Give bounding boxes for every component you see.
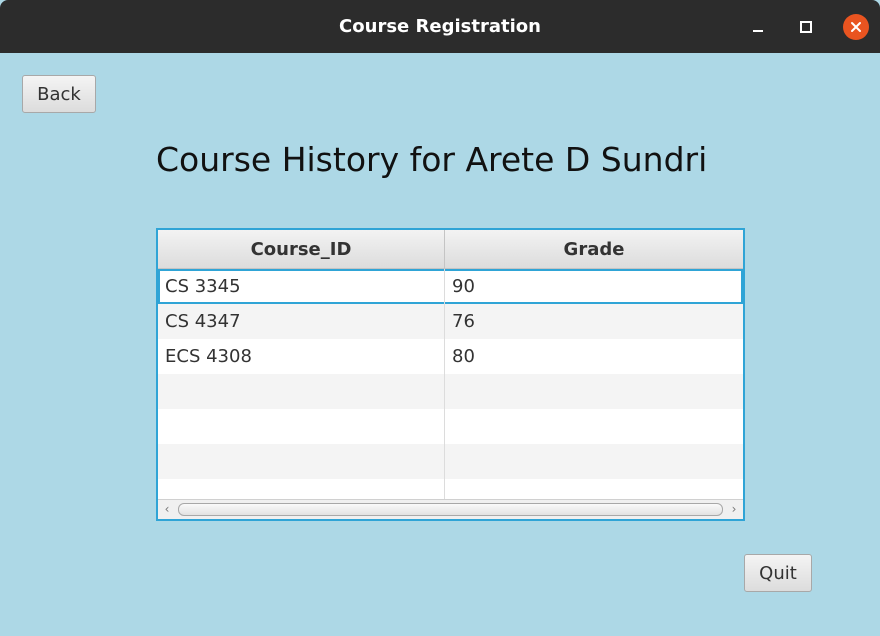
close-icon	[843, 14, 869, 40]
table-header: Course_ID Grade	[158, 230, 743, 269]
table-row[interactable]	[158, 409, 743, 444]
cell-course-id	[158, 409, 445, 444]
table-row[interactable]: CS 3345 90	[158, 269, 743, 304]
cell-course-id: ECS 4308	[158, 339, 445, 374]
minimize-icon	[753, 30, 763, 32]
table-row[interactable]: CS 4347 76	[158, 304, 743, 339]
table-row[interactable]: ECS 4308 80	[158, 339, 743, 374]
quit-button[interactable]: Quit	[744, 554, 812, 592]
chevron-right-icon[interactable]: ›	[725, 500, 743, 519]
cell-grade	[445, 374, 743, 409]
title-bar: Course Registration	[0, 0, 880, 53]
chevron-left-icon[interactable]: ‹	[158, 500, 176, 519]
course-history-table[interactable]: Course_ID Grade CS 3345 90 CS 4347 76 EC…	[156, 228, 745, 521]
cell-grade: 76	[452, 311, 475, 332]
page-title: Course History for Arete D Sundri	[156, 140, 708, 179]
cell-course-id: CS 3345	[158, 269, 445, 304]
scrollbar-thumb[interactable]	[178, 503, 723, 516]
close-button[interactable]	[842, 13, 870, 41]
minimize-button[interactable]	[744, 13, 772, 41]
column-header-grade[interactable]: Grade	[445, 230, 743, 269]
table-row[interactable]	[158, 374, 743, 409]
maximize-button[interactable]	[792, 13, 820, 41]
cell-course-id	[158, 444, 445, 479]
back-button[interactable]: Back	[22, 75, 96, 113]
cell-grade	[445, 409, 743, 444]
maximize-icon	[800, 21, 812, 33]
cell-course-id: CS 4347	[158, 304, 445, 339]
column-header-course-id[interactable]: Course_ID	[158, 230, 445, 269]
table-row[interactable]	[158, 444, 743, 479]
cell-grade: 80	[452, 346, 475, 367]
cell-grade	[445, 444, 743, 479]
cell-grade: 90	[452, 276, 475, 297]
horizontal-scrollbar[interactable]: ‹ ›	[158, 499, 743, 519]
cell-course-id	[158, 374, 445, 409]
